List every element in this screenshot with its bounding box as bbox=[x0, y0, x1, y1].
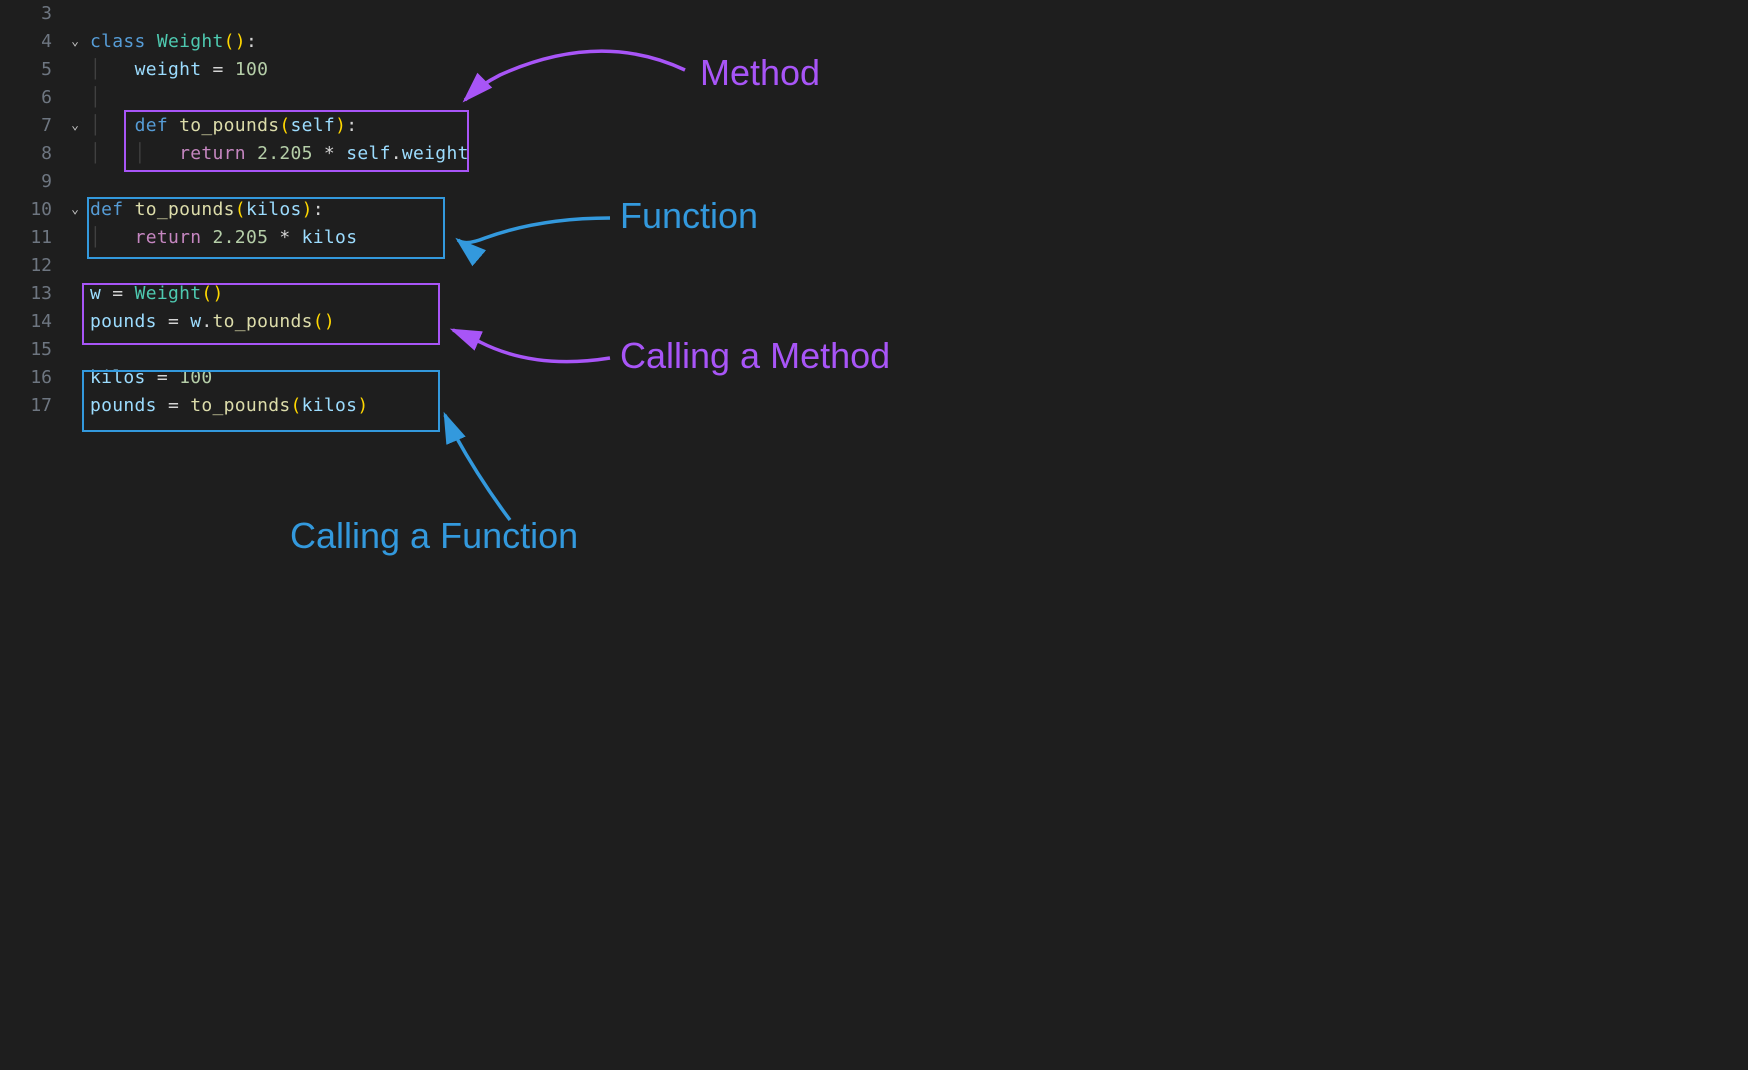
line-number: 9 bbox=[0, 168, 60, 196]
line-number: 6 bbox=[0, 84, 60, 112]
line-number: 10 bbox=[0, 196, 60, 224]
chevron-down-icon: ⌄ bbox=[71, 28, 79, 56]
fold-gutter[interactable]: ⌄ bbox=[60, 28, 90, 56]
line-number: 5 bbox=[0, 56, 60, 84]
code-line: 8 │ │ return 2.205 * self.weight bbox=[0, 140, 1748, 168]
fold-gutter[interactable]: ⌄ bbox=[60, 112, 90, 140]
line-number: 12 bbox=[0, 252, 60, 280]
code-line: 17 pounds = to_pounds(kilos) bbox=[0, 392, 1748, 420]
code-line: 9 bbox=[0, 168, 1748, 196]
chevron-down-icon: ⌄ bbox=[71, 112, 79, 140]
arrow-icon bbox=[440, 410, 540, 530]
code-line: 7 ⌄ │ def to_pounds(self): bbox=[0, 112, 1748, 140]
line-number: 13 bbox=[0, 280, 60, 308]
line-number: 17 bbox=[0, 392, 60, 420]
code-line: 3 bbox=[0, 0, 1748, 28]
code-line: 13 w = Weight() bbox=[0, 280, 1748, 308]
code-line: 10 ⌄ def to_pounds(kilos): bbox=[0, 196, 1748, 224]
line-number: 11 bbox=[0, 224, 60, 252]
line-number: 4 bbox=[0, 28, 60, 56]
line-number: 3 bbox=[0, 0, 60, 28]
code-line: 6 │ bbox=[0, 84, 1748, 112]
line-number: 7 bbox=[0, 112, 60, 140]
line-number: 14 bbox=[0, 308, 60, 336]
chevron-down-icon: ⌄ bbox=[71, 196, 79, 224]
line-number: 8 bbox=[0, 140, 60, 168]
fold-gutter[interactable]: ⌄ bbox=[60, 196, 90, 224]
code-line: 14 pounds = w.to_pounds() bbox=[0, 308, 1748, 336]
code-line: 12 bbox=[0, 252, 1748, 280]
code-editor: 3 4 ⌄ class Weight(): 5 │ weight = 100 6… bbox=[0, 0, 1748, 420]
code-line: 15 bbox=[0, 336, 1748, 364]
line-number: 15 bbox=[0, 336, 60, 364]
line-number: 16 bbox=[0, 364, 60, 392]
calling-function-label: Calling a Function bbox=[290, 515, 578, 557]
code-line: 16 kilos = 100 bbox=[0, 364, 1748, 392]
code-line: 5 │ weight = 100 bbox=[0, 56, 1748, 84]
code-line: 11 │ return 2.205 * kilos bbox=[0, 224, 1748, 252]
code-line: 4 ⌄ class Weight(): bbox=[0, 28, 1748, 56]
